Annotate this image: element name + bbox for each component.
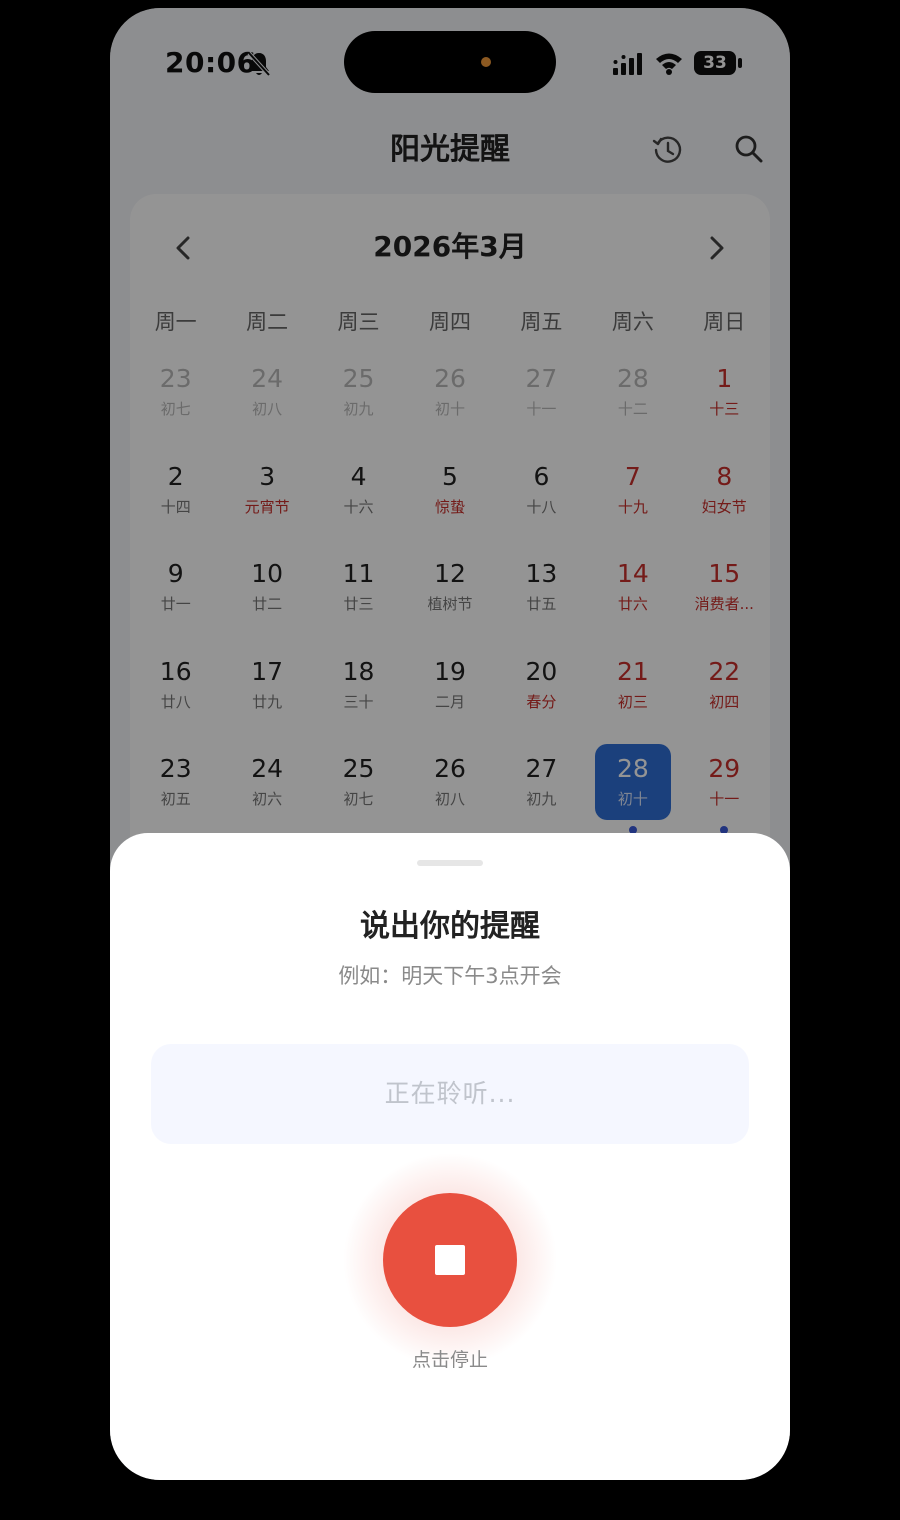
sheet-grabber[interactable]: [417, 860, 483, 866]
stop-icon: [435, 1245, 465, 1275]
stop-label: 点击停止: [411, 1349, 488, 1371]
stop-recording-button[interactable]: [383, 1193, 517, 1327]
phone-screen: 20:06 33 阳光提醒 2026年3月 周一 周二 周三 周四 周五 周六 …: [110, 8, 790, 1480]
voice-input-sheet: 说出你的提醒 例如：明天下午3点开会 正在聆听... 点击停止: [110, 833, 790, 1480]
sheet-title: 说出你的提醒: [360, 909, 540, 944]
transcript-box: 正在聆听...: [151, 1044, 749, 1144]
listening-status: 正在聆听...: [384, 1079, 516, 1108]
sheet-hint: 例如：明天下午3点开会: [338, 964, 562, 988]
